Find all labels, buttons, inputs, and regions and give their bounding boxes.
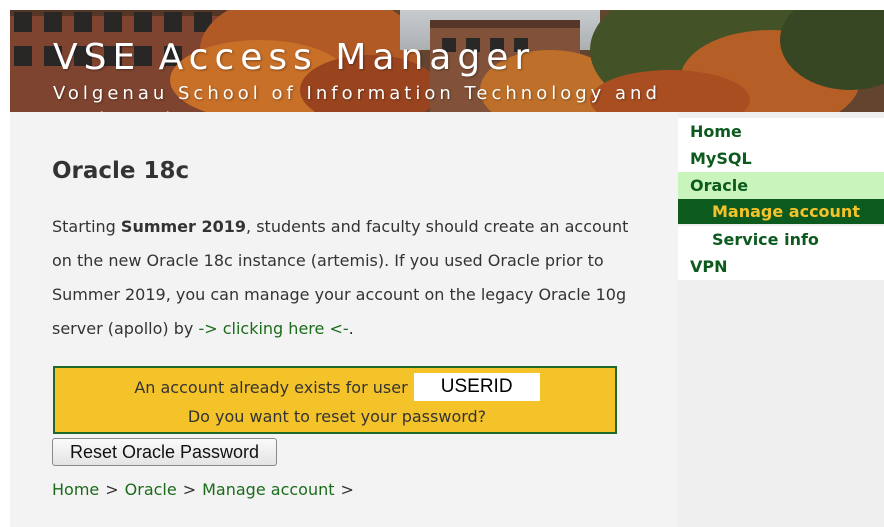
sidebar-item-service-info[interactable]: Service info [678,226,884,253]
app-subtitle: Volgenau School of Information Technolog… [53,83,661,112]
reset-question: Do you want to reset your password? [187,407,487,426]
breadcrumb-manage-account[interactable]: Manage account [202,480,334,499]
breadcrumb-oracle[interactable]: Oracle [125,480,177,499]
page: VSE Access Manager Volgenau School of In… [0,0,884,527]
intro-bold-term: Summer 2019 [120,217,247,236]
notice-message: An account already exists for user [134,378,408,397]
main-content: Oracle 18c Starting Summer 2019, student… [10,112,678,527]
notice-line-1: An account already exists for user USERID [55,372,619,403]
sidebar-item-manage-account[interactable]: Manage account [678,199,884,224]
sidebar-item-mysql[interactable]: MySQL [678,145,884,172]
intro-paragraph: Starting Summer 2019, students and facul… [52,210,632,346]
header-banner: VSE Access Manager Volgenau School of In… [10,10,884,112]
intro-text-1: Starting [52,217,121,236]
breadcrumb-separator: > [105,480,119,499]
app-title: VSE Access Manager [53,37,536,78]
breadcrumb-separator: > [182,480,197,499]
breadcrumb-home[interactable]: Home [52,480,99,499]
reset-oracle-password-button[interactable]: Reset Oracle Password [52,438,277,466]
sidebar-item-home[interactable]: Home [678,118,884,145]
page-title: Oracle 18c [52,158,190,184]
account-exists-notice: An account already exists for user USERID… [53,366,617,434]
intro-text-3: . [348,319,354,338]
legacy-oracle-link[interactable]: -> clicking here <- [198,319,348,338]
userid-field: USERID [413,372,540,401]
breadcrumb: Home > Oracle > Manage account > [52,478,360,502]
sidebar-item-vpn[interactable]: VPN [678,253,884,280]
sidebar-item-oracle[interactable]: Oracle [678,172,884,199]
breadcrumb-separator: > [340,480,354,499]
sidebar-nav: Home MySQL Oracle Manage account Service… [678,112,884,527]
